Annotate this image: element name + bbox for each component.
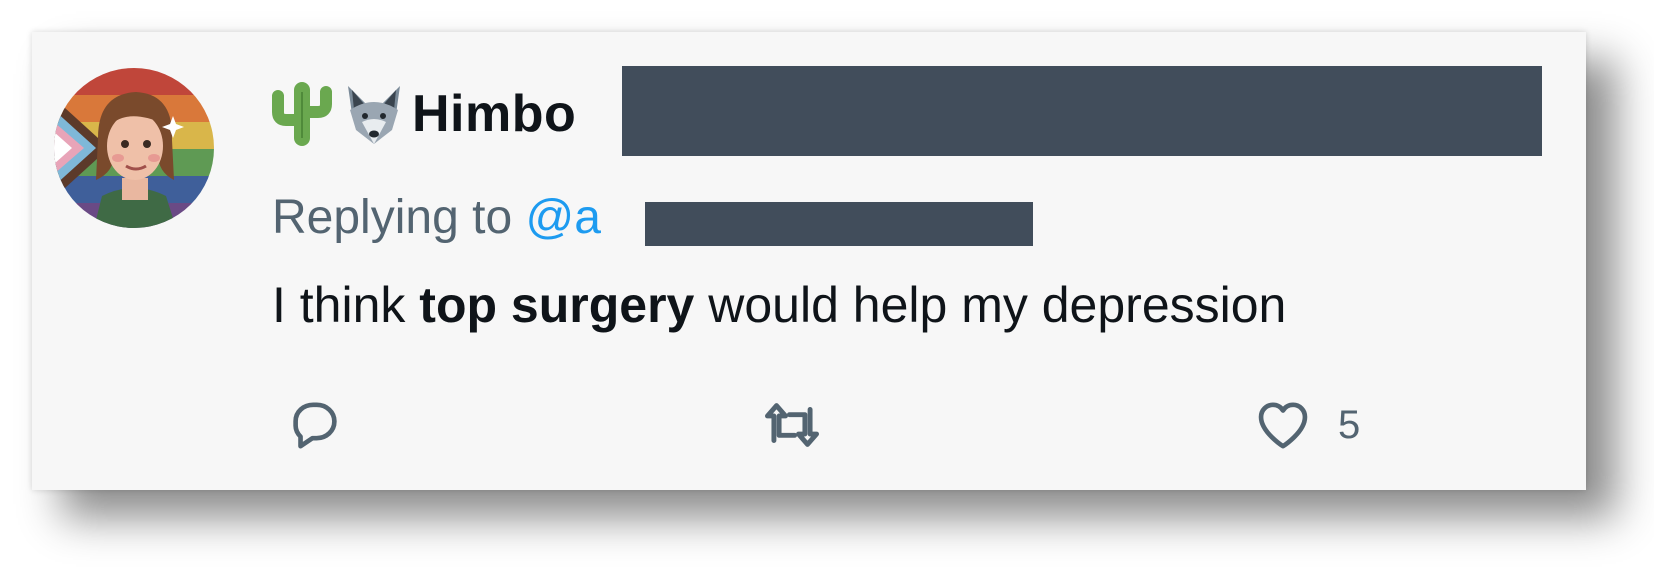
like-button[interactable]: 5 bbox=[1252, 394, 1360, 456]
reply-button[interactable] bbox=[284, 394, 346, 456]
replying-prefix: Replying to bbox=[272, 191, 526, 244]
wolf-face-icon bbox=[342, 78, 402, 150]
cactus-icon bbox=[272, 78, 332, 150]
author-name-row[interactable]: Himbo bbox=[272, 74, 576, 154]
replying-to-line: Replying to @a bbox=[272, 190, 601, 245]
tweet-text-bold: top surgery bbox=[419, 277, 695, 333]
tweet-text-before: I think bbox=[272, 277, 420, 333]
reply-handle-link[interactable]: @a bbox=[525, 191, 600, 244]
avatar[interactable] bbox=[54, 68, 214, 228]
tweet-text: I think top surgery would help my depres… bbox=[272, 276, 1286, 334]
retweet-button[interactable] bbox=[758, 394, 826, 456]
tweet-card: Himbo Replying to @a I think top surgery… bbox=[32, 32, 1586, 490]
screenshot-stage: Himbo Replying to @a I think top surgery… bbox=[0, 0, 1654, 578]
tweet-text-after: would help my depression bbox=[694, 277, 1287, 333]
like-count: 5 bbox=[1338, 402, 1361, 447]
display-name[interactable]: Himbo bbox=[412, 84, 576, 144]
redaction-bar-name bbox=[622, 66, 1542, 156]
retweet-icon bbox=[758, 394, 826, 456]
reply-bubble-icon bbox=[284, 394, 346, 456]
redaction-bar-handle bbox=[645, 202, 1033, 246]
heart-icon bbox=[1252, 394, 1314, 456]
